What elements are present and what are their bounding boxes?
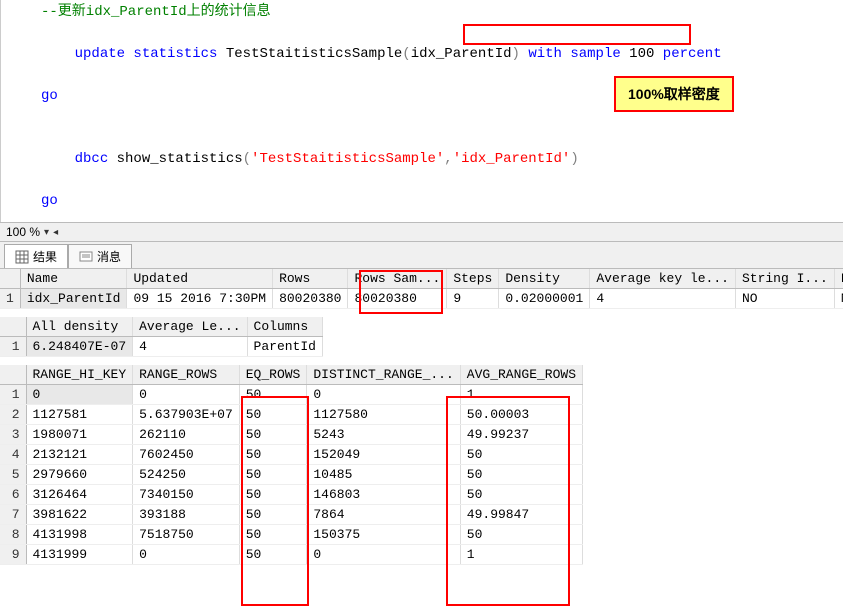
col-avg-key-len[interactable]: Average key le... (590, 269, 736, 289)
col-rows-sampled[interactable]: Rows Sam... (348, 269, 447, 289)
kw-dbcc: dbcc (75, 151, 109, 167)
table-row[interactable]: 7398162239318850786449.99847 (0, 505, 583, 525)
table-row[interactable]: 3198007126211050524349.99237 (0, 425, 583, 445)
grid-icon (15, 250, 29, 264)
table-row[interactable]: 4213212176024505015204950 (0, 445, 583, 465)
table-row[interactable]: 52979660524250501048550 (0, 465, 583, 485)
sql-comment: --更新idx_ParentId上的统计信息 (41, 4, 271, 20)
kw-go: go (41, 88, 58, 104)
col-distinct-range[interactable]: DISTINCT_RANGE_... (307, 365, 460, 385)
col-all-density[interactable]: All density (26, 317, 133, 337)
row-header-blank (0, 269, 20, 289)
col-avg-range-rows[interactable]: AVG_RANGE_ROWS (460, 365, 582, 385)
results-grid-histogram[interactable]: RANGE_HI_KEY RANGE_ROWS EQ_ROWS DISTINCT… (0, 365, 583, 565)
annotation-density: 100%取样密度 (614, 76, 734, 112)
col-updated[interactable]: Updated (127, 269, 273, 289)
table-row[interactable]: 9413199905001 (0, 545, 583, 565)
table-row[interactable]: 1 idx_ParentId 09 15 2016 7:30PM 8002038… (0, 289, 843, 309)
tab-results[interactable]: 结果 (4, 244, 68, 268)
col-name[interactable]: Name (20, 269, 127, 289)
results-tabs: 结果 消息 (0, 242, 843, 269)
col-filter[interactable]: Fi (834, 269, 843, 289)
results-area: Name Updated Rows Rows Sam... Steps Dens… (0, 269, 843, 565)
col-range-hi-key[interactable]: RANGE_HI_KEY (26, 365, 133, 385)
zoom-dropdown-icon[interactable]: ▾ (44, 227, 49, 238)
messages-icon (79, 250, 93, 264)
zoom-bar[interactable]: 100 % ▾ ◂ (0, 222, 843, 242)
col-eq-rows[interactable]: EQ_ROWS (239, 365, 307, 385)
kw-go-2: go (41, 193, 58, 209)
results-grid-density[interactable]: All density Average Le... Columns 1 6.24… (0, 317, 323, 357)
table-row[interactable]: 1005001 (0, 385, 583, 405)
table-row[interactable]: 8413199875187505015037550 (0, 525, 583, 545)
results-grid-stats-header[interactable]: Name Updated Rows Rows Sam... Steps Dens… (0, 269, 843, 309)
table-row[interactable]: 211275815.637903E+0750112758050.00003 (0, 405, 583, 425)
col-avg-len[interactable]: Average Le... (133, 317, 247, 337)
kw-update: update (75, 46, 125, 62)
col-rows[interactable]: Rows (273, 269, 348, 289)
col-columns[interactable]: Columns (247, 317, 322, 337)
table-row[interactable]: 1 6.248407E-07 4 ParentId (0, 337, 322, 357)
col-density[interactable]: Density (499, 269, 590, 289)
col-range-rows[interactable]: RANGE_ROWS (133, 365, 240, 385)
table-row[interactable]: 6312646473401505014680350 (0, 485, 583, 505)
col-string-index[interactable]: String I... (735, 269, 834, 289)
col-steps[interactable]: Steps (447, 269, 499, 289)
zoom-level: 100 % (6, 225, 40, 239)
tab-messages[interactable]: 消息 (68, 244, 132, 268)
zoom-nav-icon[interactable]: ◂ (53, 227, 58, 238)
